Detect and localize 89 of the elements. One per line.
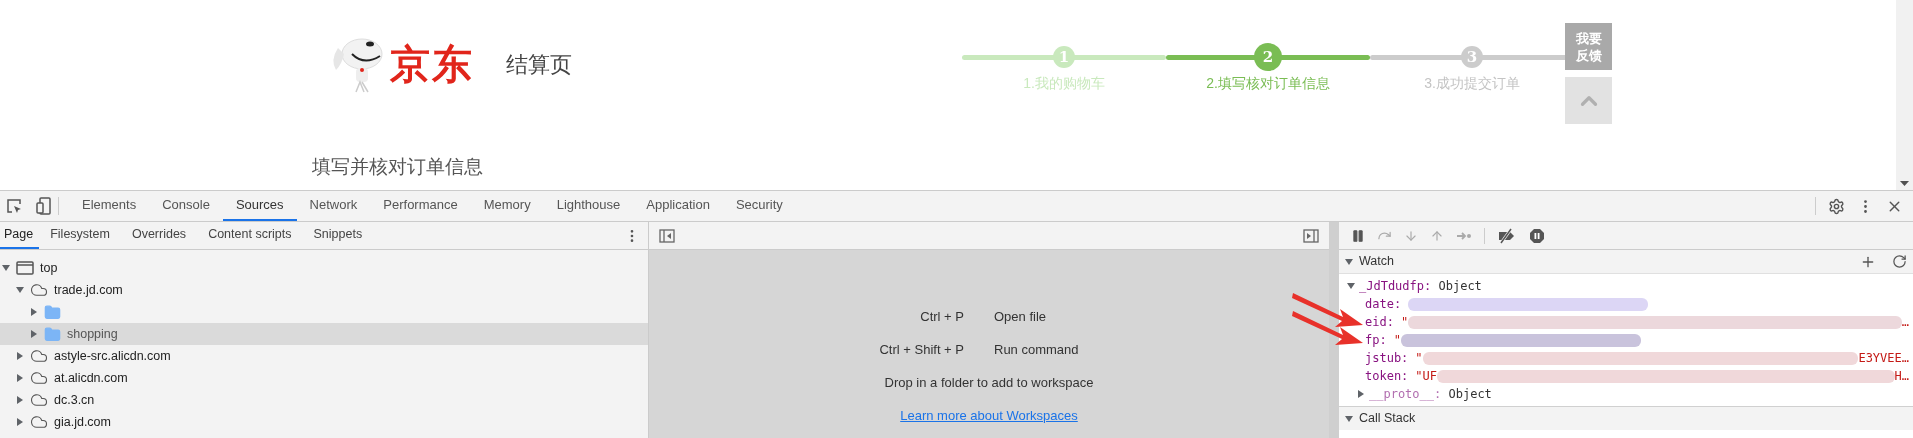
step-label: 1.我的购物车 <box>1023 74 1105 93</box>
devtools-tab[interactable]: Network <box>296 191 371 221</box>
page-heading: 填写并核对订单信息 <box>312 155 483 179</box>
expand-arrow-icon[interactable] <box>16 396 24 404</box>
window-icon <box>16 261 34 275</box>
logo-subtitle: 结算页 <box>506 50 572 79</box>
tree-label: dc.3.cn <box>54 391 95 409</box>
shortcut-keys: Ctrl + P <box>649 307 979 326</box>
devtools-tab[interactable]: Security <box>722 191 796 221</box>
property-name: date: <box>1365 296 1403 313</box>
shortcut-action: Run command <box>993 341 1079 359</box>
devtools-tab[interactable]: Elements <box>69 191 150 221</box>
step-number: 2 <box>1254 43 1282 71</box>
tree-item[interactable]: shopping <box>0 323 648 345</box>
section-title: Call Stack <box>1359 410 1416 428</box>
drop-hint: Drop in a folder to add to workspace <box>884 374 1094 392</box>
devtools-tab[interactable]: Sources <box>222 191 297 221</box>
property-value: " <box>1400 314 1409 331</box>
cloud-icon <box>30 391 48 409</box>
watch-section-header[interactable]: Watch <box>1339 250 1913 274</box>
tree-label: at.alicdn.com <box>54 369 128 387</box>
tree-item[interactable]: top <box>0 257 648 279</box>
shortcut-action: Open file <box>993 308 1047 326</box>
pause-icon[interactable] <box>1351 228 1365 243</box>
tree-label: shopping <box>67 325 118 343</box>
expand-arrow-icon[interactable] <box>2 264 10 272</box>
call-stack-section-header[interactable]: Call Stack <box>1339 406 1913 430</box>
navigator-tab[interactable]: Filesystem <box>39 222 121 249</box>
tree-label: gia.jd.com <box>54 413 111 431</box>
step-label: 2.填写核对订单信息 <box>1206 74 1330 93</box>
settings-icon[interactable] <box>1828 197 1845 215</box>
tree-item[interactable]: dc.3.cn <box>0 389 648 411</box>
devtools-tab[interactable]: Lighthouse <box>543 191 634 221</box>
property-value: " <box>1415 350 1423 367</box>
pause-on-exceptions-icon[interactable] <box>1529 227 1545 244</box>
watch-expression: _JdTdudfp: Object <box>1359 278 1482 295</box>
shortcut-keys: Ctrl + Shift + P <box>649 340 979 359</box>
cloud-icon <box>30 281 48 299</box>
expand-arrow-icon[interactable] <box>1347 282 1355 290</box>
expand-arrow-icon[interactable] <box>16 352 24 360</box>
folder-icon <box>44 325 61 343</box>
tree-item[interactable]: gia.jd.com <box>0 411 648 433</box>
deactivate-breakpoints-icon[interactable] <box>1497 227 1517 244</box>
step-label: 3.成功提交订单 <box>1424 74 1520 93</box>
step-number: 1 <box>1053 46 1075 68</box>
cloud-icon <box>30 413 48 431</box>
devtools-tab[interactable]: Memory <box>470 191 544 221</box>
navigator-tab[interactable]: Overrides <box>120 222 198 249</box>
property-name: jstub: <box>1365 350 1410 367</box>
property-value: " <box>1393 332 1401 349</box>
expand-arrow-icon[interactable] <box>16 374 24 382</box>
scroll-down-arrow-icon[interactable] <box>1900 181 1909 186</box>
prototype-property: __proto__: Object <box>1369 386 1492 403</box>
expand-arrow-icon[interactable] <box>16 286 24 294</box>
cloud-icon <box>30 369 48 387</box>
navigator-tab[interactable]: Page <box>0 222 40 249</box>
expand-arrow-icon[interactable] <box>30 330 38 338</box>
navigator-tab[interactable]: Content scripts <box>197 222 303 249</box>
expand-arrow-icon[interactable] <box>30 308 38 316</box>
property-name: token: <box>1365 368 1410 385</box>
expand-arrow-icon[interactable] <box>16 418 24 426</box>
toggle-debugger-icon[interactable] <box>1303 228 1319 243</box>
tree-label: top <box>40 259 58 277</box>
property-value: E3YVEE… <box>1858 350 1909 367</box>
tree-item[interactable]: trade.jd.com <box>0 279 648 301</box>
cloud-icon <box>30 347 48 365</box>
collapse-arrow-icon[interactable] <box>1345 414 1353 423</box>
refresh-icon[interactable] <box>1892 254 1907 269</box>
collapse-arrow-icon[interactable] <box>1345 257 1353 266</box>
devtools-tab[interactable]: Console <box>149 191 223 221</box>
section-title: Watch <box>1359 253 1395 271</box>
toggle-navigator-icon[interactable] <box>659 228 675 243</box>
navigator-tab[interactable]: Snippets <box>302 222 374 249</box>
property-name: fp: <box>1365 332 1388 349</box>
tree-label: trade.jd.com <box>54 281 123 299</box>
logo-text: 京东 <box>390 41 474 88</box>
property-value: "UF <box>1415 368 1438 385</box>
tree-item[interactable]: astyle-src.alicdn.com <box>0 345 648 367</box>
tree-label: astyle-src.alicdn.com <box>54 347 171 365</box>
property-value: … <box>1901 314 1909 331</box>
device-toolbar-icon[interactable] <box>36 197 52 215</box>
inspect-element-icon[interactable] <box>6 198 22 214</box>
tree-item[interactable]: at.alicdn.com <box>0 367 648 389</box>
folder-icon <box>44 303 61 321</box>
expand-arrow-icon[interactable] <box>1357 390 1365 398</box>
property-name: eid: <box>1365 314 1395 331</box>
property-value: H… <box>1894 368 1909 385</box>
devtools-tab[interactable]: Application <box>633 191 723 221</box>
devtools-tab[interactable]: Performance <box>370 191 471 221</box>
